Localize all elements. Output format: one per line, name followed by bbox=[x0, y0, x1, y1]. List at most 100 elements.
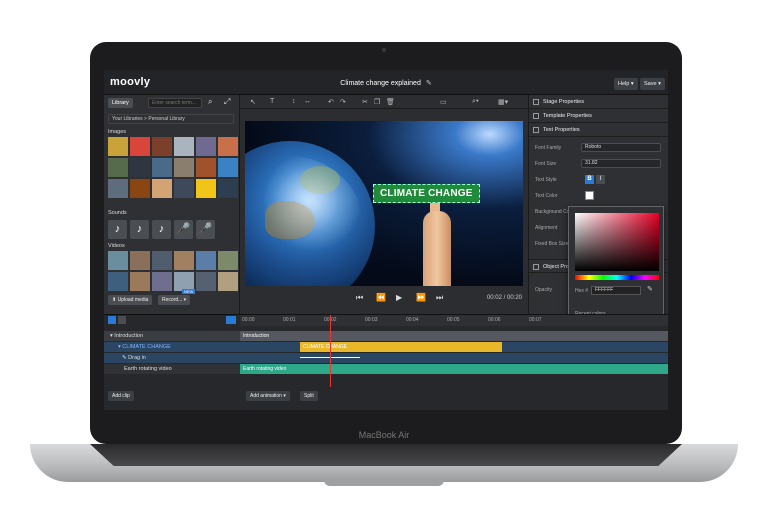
save-button[interactable]: Save ▾ bbox=[640, 78, 665, 90]
video-thumbnail[interactable] bbox=[152, 272, 172, 291]
video-thumbnail[interactable] bbox=[218, 272, 238, 291]
delete-icon[interactable]: 🗑 bbox=[386, 98, 395, 106]
undo-icon[interactable]: ↶ bbox=[328, 98, 334, 106]
video-thumbnail[interactable] bbox=[218, 251, 238, 270]
redo-icon[interactable]: ↷ bbox=[340, 98, 346, 106]
playhead[interactable] bbox=[330, 315, 331, 387]
track-introduction[interactable]: ▾ Introduction Introduction bbox=[104, 331, 668, 341]
project-title[interactable]: Climate change explained ✎ bbox=[104, 79, 668, 87]
image-thumbnail[interactable] bbox=[108, 179, 128, 198]
forward-icon[interactable]: ⏩ bbox=[416, 293, 426, 302]
image-thumbnail[interactable] bbox=[174, 179, 194, 198]
skip-start-icon[interactable]: ⏮ bbox=[356, 293, 363, 303]
record-button[interactable]: Record... ▾ bbox=[158, 295, 191, 305]
video-thumbnail[interactable] bbox=[196, 251, 216, 270]
search-input[interactable]: Enter search term... bbox=[148, 98, 202, 108]
color-gradient[interactable] bbox=[575, 213, 659, 271]
sound-icon[interactable]: ♪ bbox=[130, 220, 149, 239]
climate-change-text[interactable]: CLIMATE CHANGE bbox=[373, 184, 480, 203]
image-grid bbox=[108, 137, 238, 198]
timeline: 00:0000:0100:0200:0300:0400:0500:0600:07… bbox=[104, 314, 668, 410]
font-size-input[interactable]: 31.82 bbox=[581, 159, 661, 168]
copy-icon[interactable]: ❐ bbox=[374, 98, 380, 106]
sound-grid: ♪ ♪ ♪ 🎤 🎤 bbox=[108, 220, 215, 239]
image-thumbnail[interactable] bbox=[196, 137, 216, 156]
screen-icon[interactable]: ▭ bbox=[440, 98, 447, 106]
video-thumbnail[interactable] bbox=[196, 272, 216, 291]
font-family-select[interactable]: Roboto bbox=[581, 143, 661, 152]
text-color-swatch[interactable] bbox=[585, 191, 594, 200]
video-thumbnail[interactable] bbox=[130, 272, 150, 291]
eyedropper-icon[interactable]: ✎ bbox=[647, 285, 653, 293]
video-thumbnail[interactable] bbox=[108, 272, 128, 291]
pencil-icon[interactable]: ✎ bbox=[426, 79, 432, 87]
image-thumbnail[interactable] bbox=[174, 158, 194, 177]
image-thumbnail[interactable] bbox=[130, 179, 150, 198]
videos-label: Videos bbox=[108, 243, 125, 249]
grid-view-icon[interactable] bbox=[118, 316, 126, 324]
image-thumbnail[interactable] bbox=[152, 158, 172, 177]
rewind-icon[interactable]: ⏪ bbox=[376, 293, 386, 302]
stage-properties[interactable]: Stage Properties bbox=[529, 95, 668, 109]
breadcrumb[interactable]: Your Libraries > Personal Library bbox=[108, 114, 234, 124]
text-color-label: Text Color bbox=[535, 193, 558, 199]
hex-input[interactable]: FFFFFF bbox=[591, 286, 641, 295]
sound-icon[interactable]: ♪ bbox=[108, 220, 127, 239]
play-icon[interactable]: ▶ bbox=[396, 293, 402, 302]
sound-icon[interactable]: 🎤 bbox=[174, 220, 193, 239]
align-icon[interactable]: ↕ bbox=[292, 98, 296, 105]
library-panel: Library Enter search term... ⌕ ⤢ Your Li… bbox=[104, 95, 240, 314]
image-thumbnail[interactable] bbox=[196, 158, 216, 177]
sound-icon[interactable]: 🎤 bbox=[196, 220, 215, 239]
video-thumbnail[interactable] bbox=[174, 251, 194, 270]
upload-media-button[interactable]: ⬆ Upload media bbox=[108, 295, 153, 305]
image-thumbnail[interactable] bbox=[130, 158, 150, 177]
skip-end-icon[interactable]: ⏭ bbox=[436, 293, 443, 303]
video-thumbnail[interactable] bbox=[152, 251, 172, 270]
template-properties[interactable]: Template Properties bbox=[529, 109, 668, 123]
clip-introduction[interactable]: Introduction bbox=[240, 331, 668, 341]
video-thumbnail[interactable] bbox=[130, 251, 150, 270]
text-properties[interactable]: Text Properties bbox=[529, 123, 668, 137]
webcam bbox=[382, 48, 386, 52]
text-tool-icon[interactable]: T bbox=[270, 98, 274, 105]
image-thumbnail[interactable] bbox=[174, 137, 194, 156]
image-thumbnail[interactable] bbox=[108, 137, 128, 156]
image-thumbnail[interactable] bbox=[218, 158, 238, 177]
images-label: Images bbox=[108, 129, 127, 135]
grid-icon[interactable]: ▦▾ bbox=[498, 98, 508, 106]
italic-toggle[interactable]: I bbox=[596, 175, 605, 184]
ruler-tick: 00:05 bbox=[447, 317, 460, 323]
track-earth-video[interactable]: Earth rotating video Earth rotating vide… bbox=[104, 364, 668, 374]
video-thumbnail[interactable] bbox=[108, 251, 128, 270]
expand-icon[interactable]: ⤢ bbox=[224, 97, 230, 107]
help-button[interactable]: Help ▾ bbox=[614, 78, 638, 90]
track-climate-change[interactable]: ▾ CLIMATE CHANGE CLIMATE CHANGE bbox=[104, 342, 668, 352]
sound-icon[interactable]: ♪ bbox=[152, 220, 171, 239]
image-thumbnail[interactable] bbox=[218, 137, 238, 156]
pointer-icon[interactable]: ↖ bbox=[250, 98, 256, 106]
ruler-tick: 00:00 bbox=[242, 317, 255, 323]
zoom-icon[interactable]: ⌕▾ bbox=[472, 98, 479, 106]
split-button[interactable]: Split bbox=[300, 391, 318, 401]
image-thumbnail[interactable] bbox=[196, 179, 216, 198]
image-thumbnail[interactable] bbox=[152, 179, 172, 198]
image-thumbnail[interactable] bbox=[130, 137, 150, 156]
image-thumbnail[interactable] bbox=[108, 158, 128, 177]
device-model-label: MacBook Air bbox=[358, 430, 410, 440]
search-icon[interactable]: ⌕ bbox=[208, 97, 212, 107]
track-drag-in[interactable]: ✎ Drag in bbox=[104, 353, 668, 363]
cut-icon[interactable]: ✂ bbox=[362, 98, 368, 106]
stage-canvas[interactable]: CLIMATE CHANGE bbox=[245, 121, 523, 286]
bold-toggle[interactable]: B bbox=[585, 175, 594, 184]
timeline-toggle-icon[interactable] bbox=[226, 316, 236, 324]
library-tab[interactable]: Library bbox=[108, 98, 133, 108]
image-thumbnail[interactable] bbox=[152, 137, 172, 156]
add-animation-button[interactable]: Add animation ▾ bbox=[246, 391, 290, 401]
list-view-icon[interactable] bbox=[108, 316, 116, 324]
distribute-icon[interactable]: ↔ bbox=[304, 98, 311, 105]
add-clip-button[interactable]: Add clip bbox=[108, 391, 134, 401]
image-thumbnail[interactable] bbox=[218, 179, 238, 198]
clip-earth-video[interactable]: Earth rotating video bbox=[240, 364, 668, 374]
hue-slider[interactable] bbox=[575, 275, 659, 280]
